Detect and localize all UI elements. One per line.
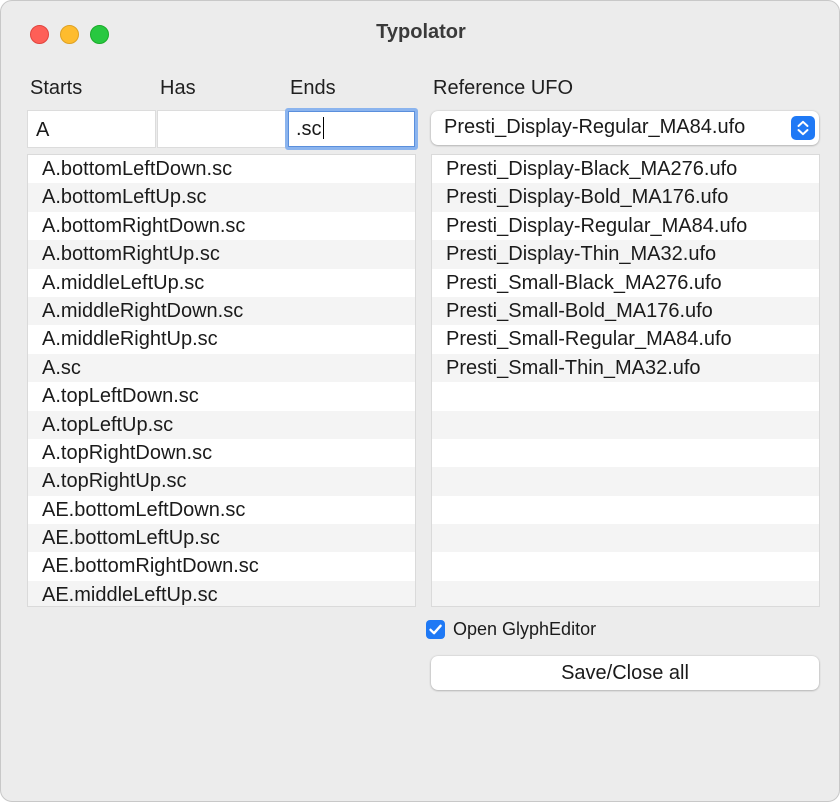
starts-input-value: A	[36, 119, 50, 141]
list-item[interactable]: A.topLeftDown.sc	[28, 382, 415, 410]
list-item[interactable]: AE.bottomLeftDown.sc	[28, 496, 415, 524]
list-item[interactable]: A.topRightUp.sc	[28, 467, 415, 496]
list-item[interactable]: A.topLeftUp.sc	[28, 410, 415, 439]
list-item[interactable]: A.sc	[28, 353, 415, 383]
ends-label: Ends	[290, 77, 336, 99]
empty-list-row[interactable]	[432, 580, 819, 606]
list-item[interactable]: AE.bottomRightDown.sc	[28, 552, 415, 580]
list-item[interactable]: AE.bottomLeftUp.sc	[28, 524, 415, 553]
empty-list-row[interactable]	[432, 467, 819, 496]
empty-list-row[interactable]	[432, 524, 819, 553]
window-title: Typolator	[376, 21, 466, 43]
list-item[interactable]: Presti_Display-Regular_MA84.ufo	[432, 212, 819, 240]
empty-list-row[interactable]	[432, 552, 819, 580]
list-item[interactable]: A.bottomLeftDown.sc	[28, 155, 415, 183]
list-item[interactable]: A.topRightDown.sc	[28, 439, 415, 467]
list-item[interactable]: Presti_Small-Regular_MA84.ufo	[432, 325, 819, 353]
font-list[interactable]: Presti_Display-Black_MA276.ufo Presti_Dis…	[431, 154, 820, 607]
list-item[interactable]: Presti_Small-Bold_MA176.ufo	[432, 296, 819, 326]
open-glypheditor-label[interactable]: Open GlyphEditor	[453, 619, 596, 640]
typolator-window: Typolator Starts Has Ends Reference UFO …	[0, 0, 840, 802]
glyph-list[interactable]: A.bottomLeftDown.sc A.bottomLeftUp.sc A.bo…	[27, 154, 416, 607]
empty-list-row[interactable]	[432, 410, 819, 439]
list-item[interactable]: Presti_Small-Black_MA276.ufo	[432, 269, 819, 297]
starts-label: Starts	[30, 77, 83, 99]
list-item[interactable]: AE.middleLeftUp.sc	[28, 580, 415, 606]
list-item[interactable]: A.middleRightDown.sc	[28, 296, 415, 326]
reference-ufo-label: Reference UFO	[433, 77, 574, 99]
reference-ufo-selected: Presti_Display-Regular_MA84.ufo	[444, 116, 746, 138]
list-item[interactable]: A.bottomRightDown.sc	[28, 212, 415, 240]
title-bar[interactable]: Typolator	[1, 1, 839, 65]
list-item[interactable]: A.bottomRightUp.sc	[28, 240, 415, 269]
text-caret	[322, 117, 324, 139]
list-item[interactable]: Presti_Display-Bold_MA176.ufo	[432, 183, 819, 212]
open-glypheditor-checkbox[interactable]	[426, 620, 445, 639]
empty-list-row[interactable]	[432, 439, 819, 467]
list-item[interactable]: A.middleRightUp.sc	[28, 325, 415, 353]
has-label: Has	[160, 77, 196, 99]
save-close-all-button[interactable]: Save/Close all	[431, 656, 819, 690]
empty-list-row[interactable]	[432, 496, 819, 524]
starts-input[interactable]: A	[27, 110, 156, 148]
list-item[interactable]: A.bottomLeftUp.sc	[28, 183, 415, 212]
list-item[interactable]: Presti_Display-Thin_MA32.ufo	[432, 240, 819, 269]
has-input[interactable]	[157, 110, 286, 148]
list-item[interactable]: A.middleLeftUp.sc	[28, 269, 415, 297]
ends-input[interactable]: .sc	[285, 108, 418, 150]
checkmark-icon	[429, 624, 442, 635]
reference-ufo-popup[interactable]: Presti_Display-Regular_MA84.ufo	[431, 111, 819, 145]
list-item[interactable]: Presti_Display-Black_MA276.ufo	[432, 155, 819, 183]
updown-chevron-icon	[791, 116, 815, 140]
ends-input-value: .sc	[296, 118, 322, 140]
empty-list-row[interactable]	[432, 382, 819, 410]
list-item[interactable]: Presti_Small-Thin_MA32.ufo	[432, 353, 819, 383]
